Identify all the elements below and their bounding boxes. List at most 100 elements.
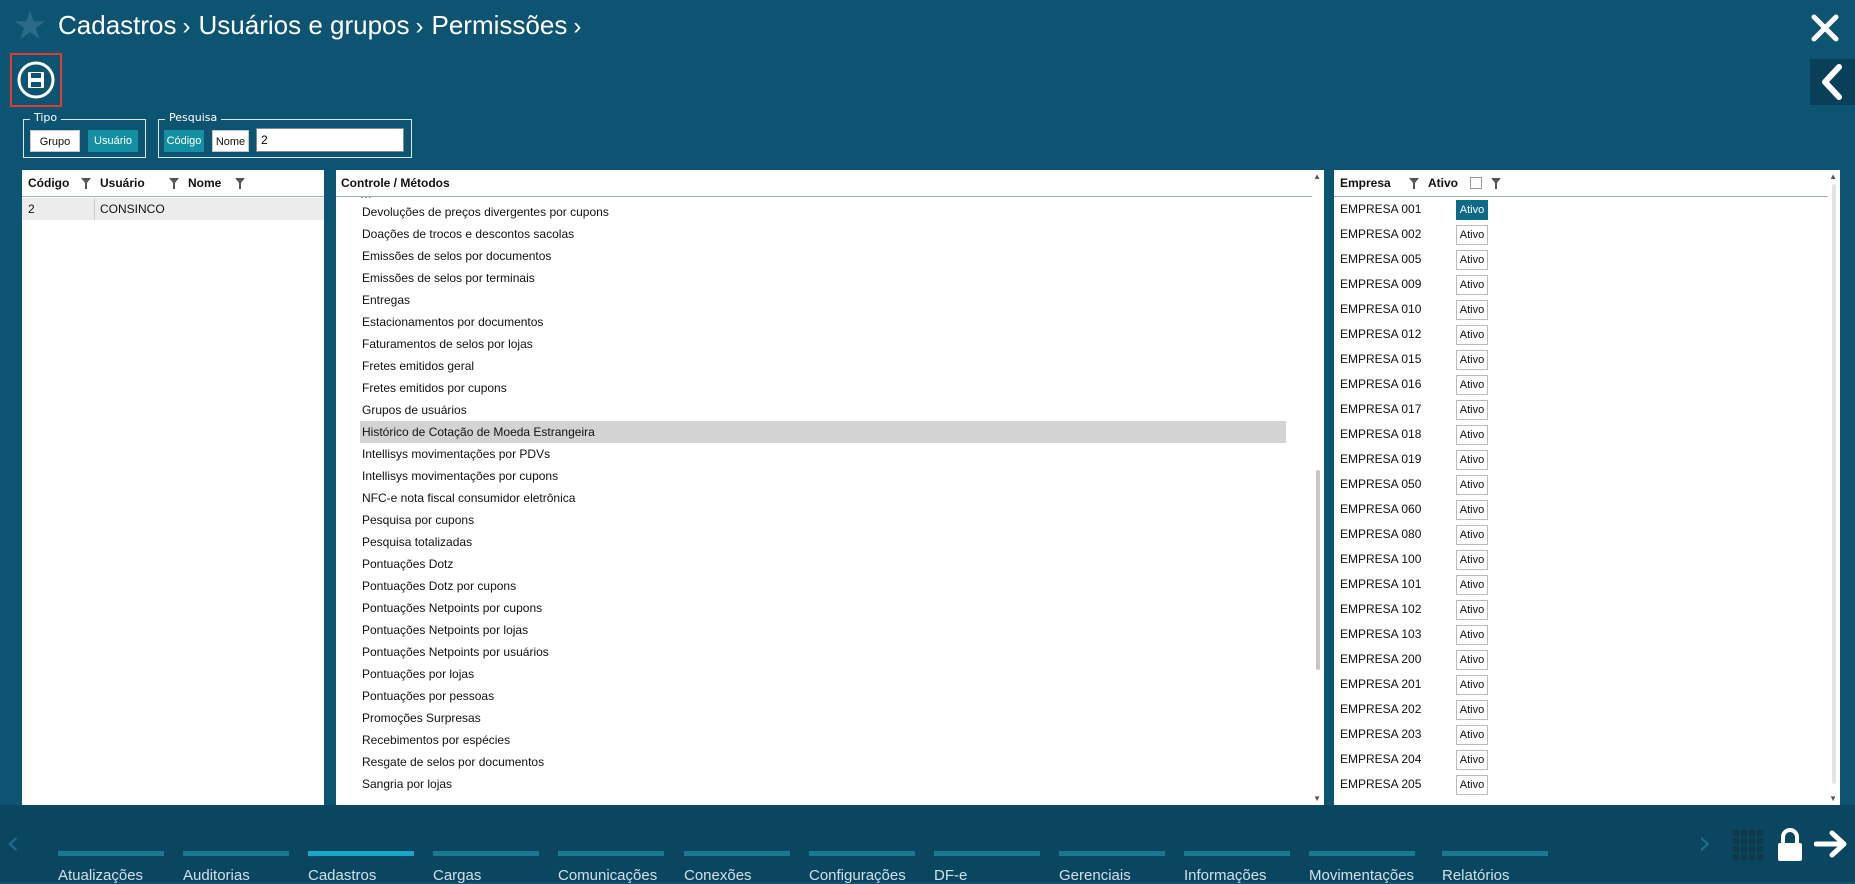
ativo-toggle[interactable]: Ativo	[1456, 650, 1488, 670]
list-item[interactable]: EMPRESA 005 Ativo	[1340, 247, 1488, 272]
select-all-checkbox[interactable]	[1470, 177, 1482, 189]
empresas-scrollbar[interactable]: ▲ ▼	[1828, 170, 1840, 805]
filter-icon[interactable]	[81, 178, 91, 189]
list-item[interactable]: EMPRESA 205 Ativo	[1340, 772, 1488, 797]
list-item[interactable]: EMPRESA 018 Ativo	[1340, 422, 1488, 447]
list-item[interactable]: Faturamentos de selos por lojas	[360, 333, 533, 355]
list-item[interactable]: EMPRESA 060 Ativo	[1340, 497, 1488, 522]
list-item[interactable]: Pesquisa totalizadas	[360, 531, 472, 553]
grid-icon[interactable]	[1733, 830, 1765, 866]
list-item[interactable]: Pontuações por lojas	[360, 663, 474, 685]
list-item[interactable]: Pesquisa por cupons	[360, 509, 474, 531]
list-item[interactable]: Fretes emitidos geral	[360, 355, 474, 377]
back-button[interactable]	[1810, 59, 1855, 105]
filter-icon[interactable]	[1409, 178, 1419, 189]
list-item[interactable]: EMPRESA 002 Ativo	[1340, 222, 1488, 247]
list-item-selected[interactable]: Histórico de Cotação de Moeda Estrangeir…	[360, 421, 1286, 443]
scroll-up-icon[interactable]: ▲	[1313, 172, 1321, 181]
pesquisa-nome-button[interactable]: Nome	[212, 130, 249, 152]
ativo-toggle[interactable]: Ativo	[1456, 300, 1488, 320]
pesquisa-codigo-button[interactable]: Código	[164, 130, 204, 152]
ativo-toggle[interactable]: Ativo	[1456, 700, 1488, 720]
list-item[interactable]: Sangria por lojas	[360, 773, 452, 795]
ativo-toggle[interactable]: Ativo	[1456, 425, 1488, 445]
list-item[interactable]: EMPRESA 103 Ativo	[1340, 622, 1488, 647]
scroll-thumb[interactable]	[1316, 470, 1320, 670]
ativo-toggle[interactable]: Ativo	[1456, 250, 1488, 270]
table-row[interactable]: 2 CONSINCO	[22, 198, 324, 220]
breadcrumb-item-permissoes[interactable]: Permissões	[432, 10, 568, 41]
filter-icon[interactable]	[169, 178, 179, 189]
list-item[interactable]: Entregas	[360, 289, 410, 311]
list-item[interactable]: EMPRESA 019 Ativo	[1340, 447, 1488, 472]
list-item[interactable]: EMPRESA 203 Ativo	[1340, 722, 1488, 747]
ativo-toggle[interactable]: Ativo	[1456, 275, 1488, 295]
ativo-toggle[interactable]: Ativo	[1456, 600, 1488, 620]
ativo-toggle[interactable]: Ativo	[1456, 775, 1488, 795]
breadcrumb-item-cadastros[interactable]: Cadastros	[58, 10, 177, 41]
search-input[interactable]	[256, 128, 404, 152]
list-item[interactable]: EMPRESA 016 Ativo	[1340, 372, 1488, 397]
list-item[interactable]: EMPRESA 201 Ativo	[1340, 672, 1488, 697]
ativo-toggle[interactable]: Ativo	[1456, 675, 1488, 695]
breadcrumb-item-usuarios-grupos[interactable]: Usuários e grupos	[199, 10, 410, 41]
list-item[interactable]: EMPRESA 080 Ativo	[1340, 522, 1488, 547]
list-item[interactable]: Promoções Surpresas	[360, 707, 481, 729]
ativo-toggle[interactable]: Ativo	[1456, 625, 1488, 645]
list-item[interactable]: NFC-e nota fiscal consumidor eletrônica	[360, 487, 575, 509]
list-item[interactable]: Pontuações Netpoints por lojas	[360, 619, 528, 641]
column-empresa[interactable]: Empresa	[1340, 176, 1391, 190]
filter-icon[interactable]	[235, 178, 245, 189]
list-item[interactable]: EMPRESA 204 Ativo	[1340, 747, 1488, 772]
arrow-right-icon[interactable]	[1813, 829, 1848, 863]
list-item[interactable]: Pontuações Netpoints por cupons	[360, 597, 542, 619]
list-item[interactable]: EMPRESA 101 Ativo	[1340, 572, 1488, 597]
star-icon[interactable]: ★	[12, 6, 48, 46]
list-item[interactable]: Fretes emitidos por cupons	[360, 377, 507, 399]
ativo-toggle[interactable]: Ativo	[1456, 400, 1488, 420]
column-nome[interactable]: Nome	[188, 176, 221, 190]
filter-icon[interactable]	[1491, 178, 1501, 189]
ativo-toggle[interactable]: Ativo	[1456, 200, 1488, 220]
ativo-toggle[interactable]: Ativo	[1456, 500, 1488, 520]
list-item[interactable]: EMPRESA 009 Ativo	[1340, 272, 1488, 297]
list-item[interactable]: EMPRESA 015 Ativo	[1340, 347, 1488, 372]
column-usuario[interactable]: Usuário	[100, 176, 145, 190]
ativo-toggle[interactable]: Ativo	[1456, 525, 1488, 545]
list-item[interactable]: Recebimentos por espécies	[360, 729, 510, 751]
list-item[interactable]: Devoluções de preços divergentes por cup…	[360, 201, 609, 223]
list-item[interactable]: Estacionamentos por documentos	[360, 311, 543, 333]
list-item[interactable]: Pontuações Netpoints por usuários	[360, 641, 549, 663]
ativo-toggle[interactable]: Ativo	[1456, 750, 1488, 770]
list-item[interactable]: Intellisys movimentações por PDVs	[360, 443, 550, 465]
chevron-left-icon[interactable]: ‹	[6, 823, 20, 863]
close-icon[interactable]	[1809, 12, 1841, 44]
list-item[interactable]: Doações de trocos e descontos sacolas	[360, 223, 574, 245]
methods-scrollbar[interactable]: ▲ ▼	[1312, 170, 1324, 805]
save-button[interactable]	[10, 53, 62, 107]
list-item[interactable]: EMPRESA 100 Ativo	[1340, 547, 1488, 572]
list-item[interactable]: EMPRESA 200 Ativo	[1340, 647, 1488, 672]
tipo-usuario-button[interactable]: Usuário	[88, 130, 138, 152]
ativo-toggle[interactable]: Ativo	[1456, 475, 1488, 495]
list-item[interactable]: EMPRESA 202 Ativo	[1340, 697, 1488, 722]
ativo-toggle[interactable]: Ativo	[1456, 325, 1488, 345]
chevron-right-icon[interactable]: ›	[1698, 823, 1712, 863]
list-item[interactable]: EMPRESA 001 Ativo	[1340, 197, 1488, 222]
list-item[interactable]: Intellisys movimentações por cupons	[360, 465, 558, 487]
ativo-toggle[interactable]: Ativo	[1456, 450, 1488, 470]
scroll-up-icon[interactable]: ▲	[1829, 172, 1837, 181]
ativo-toggle[interactable]: Ativo	[1456, 725, 1488, 745]
scroll-thumb[interactable]	[1832, 184, 1836, 784]
scroll-down-icon[interactable]: ▼	[1829, 794, 1837, 803]
list-item[interactable]: Emissões de selos por documentos	[360, 245, 551, 267]
ativo-toggle[interactable]: Ativo	[1456, 375, 1488, 395]
list-item[interactable]: Pontuações Dotz por cupons	[360, 575, 516, 597]
list-item[interactable]: Pontuações Dotz	[360, 553, 453, 575]
list-item[interactable]: EMPRESA 010 Ativo	[1340, 297, 1488, 322]
ativo-toggle[interactable]: Ativo	[1456, 575, 1488, 595]
column-codigo[interactable]: Código	[28, 176, 69, 190]
column-ativo[interactable]: Ativo	[1428, 176, 1458, 190]
ativo-toggle[interactable]: Ativo	[1456, 225, 1488, 245]
list-item[interactable]: EMPRESA 012 Ativo	[1340, 322, 1488, 347]
